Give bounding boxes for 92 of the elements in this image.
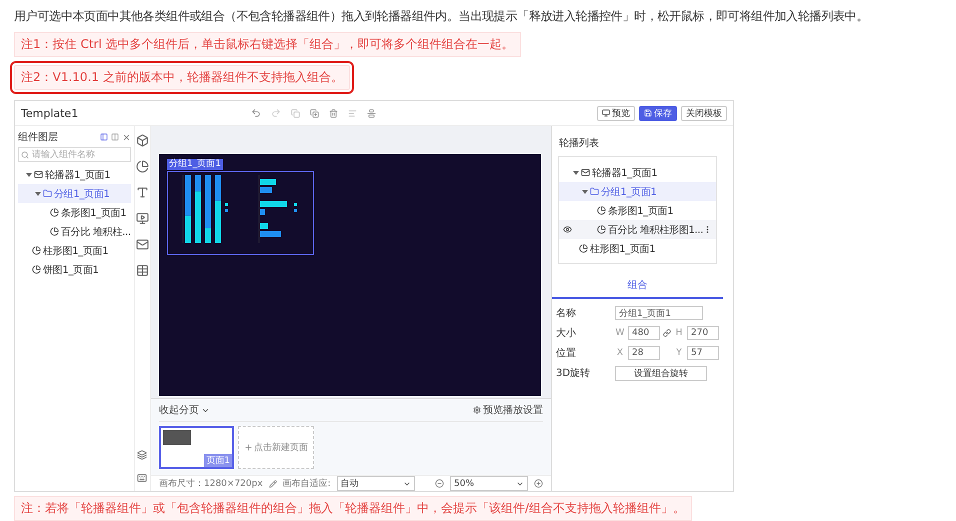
fit-label: 画布自适应:	[282, 478, 331, 490]
copy-icon	[291, 108, 300, 118]
align-icon	[348, 108, 357, 118]
tree-item[interactable]: 轮播器1_页面1	[559, 163, 716, 182]
folder-icon	[43, 189, 52, 198]
height-field[interactable]: 270	[687, 326, 719, 340]
x-field[interactable]: 28	[628, 346, 660, 360]
tree-item[interactable]: 百分比 堆积柱...	[18, 222, 131, 241]
header-button[interactable]: 预览	[597, 106, 635, 120]
caret-icon[interactable]	[573, 170, 579, 176]
name-field[interactable]: 分组1_页面1	[615, 306, 703, 320]
caret-icon[interactable]	[582, 188, 588, 194]
tree-item[interactable]: 分组1_页面1	[18, 184, 131, 203]
settings-icon	[473, 406, 481, 414]
panel-title: 组件图层	[18, 131, 58, 144]
group-tab[interactable]: 组合	[552, 278, 723, 299]
tree-item[interactable]: 柱形图1_页面1	[559, 239, 716, 258]
caret-icon[interactable]	[35, 190, 41, 196]
tree-item[interactable]: 条形图1_页面1	[559, 201, 716, 220]
video-icon	[136, 212, 149, 225]
field-label: 3D旋转	[556, 366, 592, 380]
envelope-icon	[34, 170, 43, 179]
field-label: H	[674, 328, 684, 338]
zoom-select[interactable]: 50%	[450, 476, 528, 491]
tree-item[interactable]: 分组1_页面1	[559, 182, 716, 201]
stacked-bar-chart-drawing	[182, 174, 228, 244]
trash-icon	[329, 108, 338, 118]
link-icon	[663, 329, 671, 337]
canvas-size-text: 画布尺寸：1280×720px	[159, 478, 263, 490]
envelope-icon	[581, 168, 590, 177]
search-icon	[21, 151, 29, 159]
pie-chart-icon	[579, 244, 588, 253]
page-label: 页面1	[204, 454, 232, 467]
playback-settings-link[interactable]: 预览播放设置	[473, 403, 543, 417]
pie-chart-icon	[597, 225, 606, 234]
tree-item[interactable]: 轮播器1_页面1	[18, 165, 131, 184]
eye-icon	[563, 225, 572, 234]
keyboard-icon	[137, 473, 148, 483]
field-label: 名称	[556, 307, 577, 320]
field-label: 大小	[556, 326, 577, 340]
tree-item[interactable]: 条形图1_页面1	[18, 203, 131, 222]
note-text: 注1：按住 Ctrl 选中多个组件后，单击鼠标右键选择「组合」，即可将多个组件组合在一起。	[14, 32, 521, 57]
pie-chart-icon	[50, 208, 59, 217]
tree-item[interactable]: 百分比 堆积柱形图1...	[559, 220, 716, 239]
horizontal-bar-chart-drawing	[258, 174, 297, 244]
y-field[interactable]: 57	[687, 346, 719, 360]
redo-icon	[271, 108, 281, 118]
window-title: Template1	[21, 106, 80, 120]
columns-icon	[110, 132, 119, 140]
pie-chart-icon	[50, 227, 59, 236]
field-label: Y	[675, 348, 683, 358]
header-button[interactable]: 保存	[639, 106, 677, 120]
pie-chart-icon	[597, 206, 606, 215]
selection-frame[interactable]	[167, 171, 314, 255]
field-label: X	[616, 348, 624, 358]
panel-title: 轮播列表	[559, 136, 600, 150]
caret-icon[interactable]	[26, 172, 32, 178]
thumbnail-preview	[163, 430, 191, 445]
close-icon	[122, 132, 131, 142]
save-icon	[644, 109, 652, 117]
undo-icon	[251, 108, 261, 118]
selection-label: 分组1_页面1	[167, 159, 223, 170]
zoom-out-icon	[435, 479, 444, 488]
rotation-button[interactable]: 设置组合旋转	[615, 366, 707, 380]
layers-icon	[137, 450, 148, 460]
plus-icon	[244, 443, 253, 452]
folder-icon	[590, 187, 599, 196]
text-icon	[136, 186, 149, 199]
table-icon	[136, 264, 149, 277]
pencil-icon	[268, 480, 277, 488]
header-button[interactable]: 关闭模板	[681, 106, 727, 120]
field-label: W	[615, 328, 625, 338]
monitor-icon	[602, 109, 610, 117]
pie-chart-icon	[32, 246, 41, 255]
pie-chart-icon	[32, 265, 41, 274]
search-field[interactable]: 请输入组件名称	[18, 147, 131, 162]
envelope-icon	[136, 238, 149, 251]
panel-icon	[100, 132, 108, 140]
intro-text: 用户可选中本页面中其他各类组件或组合（不包含轮播器组件）拖入到轮播器组件内。当出现提示「释放进入轮播控件」时，松开鼠标，即可将组件加入轮播列表中。	[14, 8, 868, 25]
distribute-icon	[367, 108, 376, 118]
field-label: 位置	[556, 346, 577, 360]
zoom-in-icon	[534, 479, 543, 488]
tree-item[interactable]: 柱形图1_页面1	[18, 241, 131, 260]
width-field[interactable]: 480	[628, 326, 660, 340]
fit-select[interactable]: 自动	[336, 476, 415, 491]
duplicate-icon	[310, 108, 319, 118]
collapse-pages-toggle[interactable]: 收起分页	[159, 403, 210, 417]
add-page-button[interactable]: 点击新建页面	[238, 426, 314, 469]
cube-icon	[136, 134, 149, 147]
tree-item[interactable]: 饼图1_页面1	[18, 260, 131, 279]
pie-chart-icon	[136, 160, 149, 173]
warning-text: 注：若将「轮播器组件」或「包含轮播器组件的组合」拖入「轮播器组件」中，会提示「该组件/组合不支持拖入轮播组件」。	[14, 496, 692, 521]
